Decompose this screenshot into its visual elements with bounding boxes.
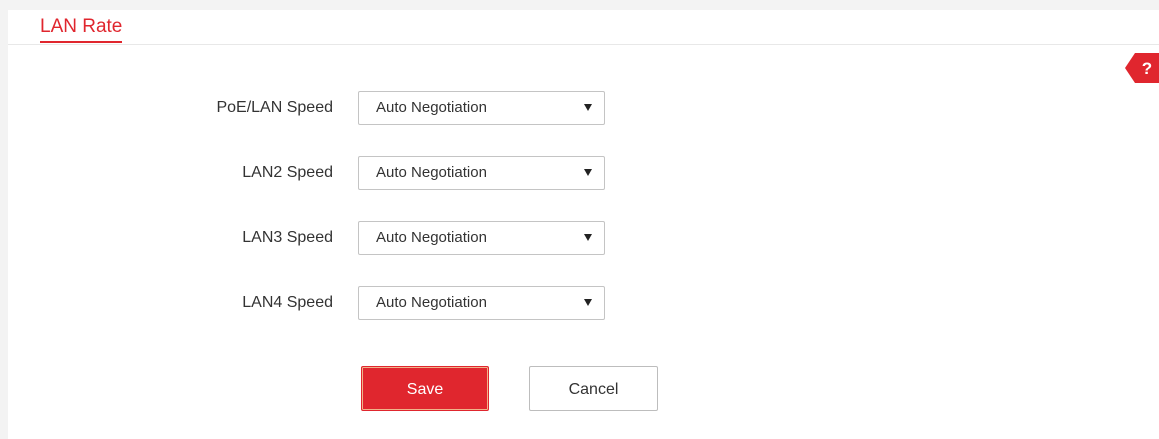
save-button[interactable]: Save [361,366,489,411]
section-header: LAN Rate [8,10,1159,45]
lan2-speed-select[interactable]: Auto Negotiation [358,156,605,190]
help-button[interactable]: ? [1125,53,1159,83]
lan4-speed-label: LAN4 Speed [242,294,333,311]
poe-lan-speed-value: Auto Negotiation [376,99,487,116]
help-label: ? [1142,59,1152,78]
form-row-lan3-speed: LAN3 Speed Auto Negotiation [8,221,708,255]
form-row-lan2-speed: LAN2 Speed Auto Negotiation [8,156,708,190]
poe-lan-speed-select[interactable]: Auto Negotiation [358,91,605,125]
lan-rate-panel: LAN Rate ? PoE/LAN Speed Auto Negotiatio… [8,10,1159,439]
lan3-speed-label: LAN3 Speed [242,229,333,246]
lan2-speed-value: Auto Negotiation [376,164,487,181]
dropdown-arrow-icon [584,104,592,111]
dropdown-arrow-icon [584,169,592,176]
cancel-button[interactable]: Cancel [529,366,658,411]
dropdown-arrow-icon [584,234,592,241]
section-title: LAN Rate [40,15,123,43]
form-row-poe-lan-speed: PoE/LAN Speed Auto Negotiation [8,91,708,125]
lan4-speed-select[interactable]: Auto Negotiation [358,286,605,320]
lan3-speed-value: Auto Negotiation [376,229,487,246]
dropdown-arrow-icon [584,299,592,306]
lan4-speed-value: Auto Negotiation [376,294,487,311]
lan2-speed-label: LAN2 Speed [242,164,333,181]
help-icon: ? [1125,53,1159,83]
poe-lan-speed-label: PoE/LAN Speed [216,99,333,116]
lan3-speed-select[interactable]: Auto Negotiation [358,221,605,255]
form-row-lan4-speed: LAN4 Speed Auto Negotiation [8,286,708,320]
